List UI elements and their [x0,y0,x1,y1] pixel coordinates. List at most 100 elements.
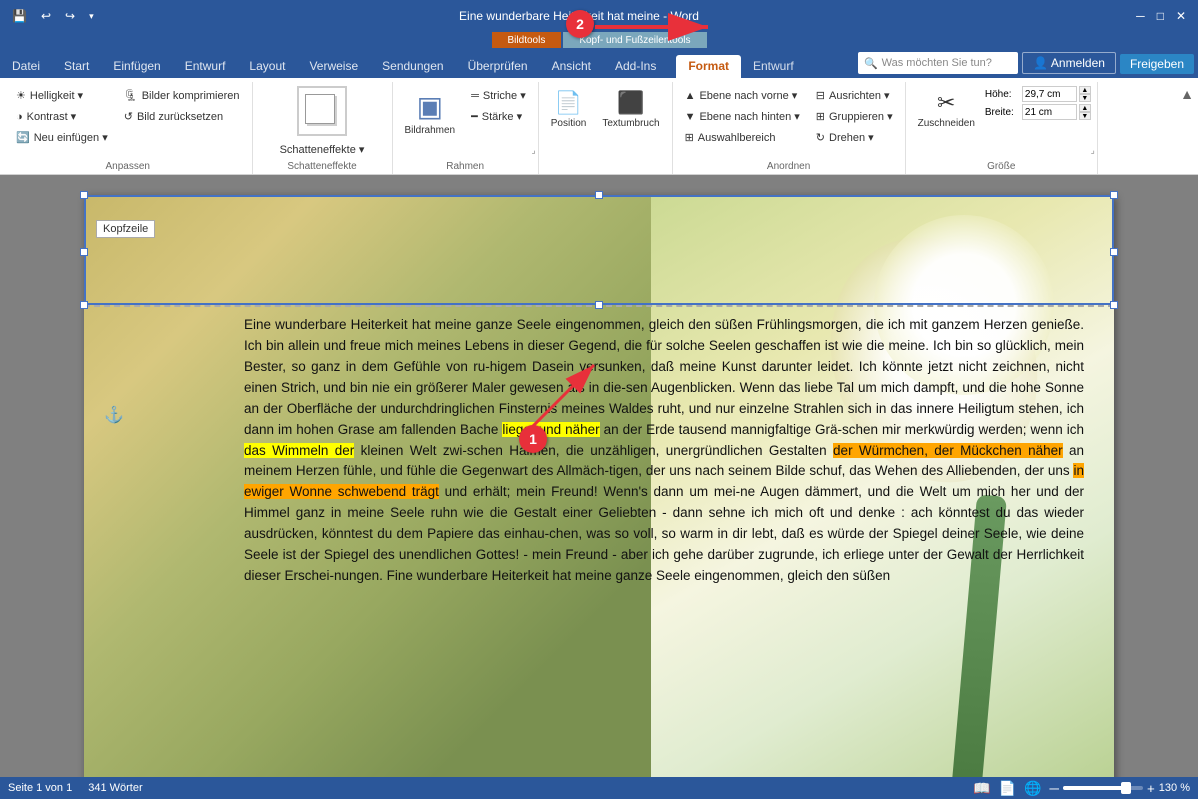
striche-button[interactable]: ═ Striche ▾ [465,86,532,105]
schatteneffekte-label: Schatteneffekte [259,159,386,174]
compress-icon: 🗜 [124,89,138,102]
annotation-1: 1 [519,425,547,453]
tab-layout[interactable]: Layout [237,55,297,78]
anpassen-label: Anpassen [10,159,246,174]
ribbon-group-schatteneffekte: Schatteneffekte ▾ Schatteneffekte [253,82,393,174]
undo-button[interactable]: ↩ [37,7,55,25]
handle-bottom-center[interactable] [595,301,603,309]
handle-top-center[interactable] [595,191,603,199]
hoehe-up[interactable]: ▲ [1079,86,1091,94]
handle-top-left[interactable] [80,191,88,199]
hoehe-row: Höhe: ▲ ▼ [985,86,1091,102]
tab-einfuegen[interactable]: Einfügen [101,55,172,78]
handle-bottom-left[interactable] [80,301,88,309]
tab-sendungen[interactable]: Sendungen [370,55,455,78]
tab-verweise[interactable]: Verweise [297,55,370,78]
signin-button[interactable]: 👤 Anmelden [1022,52,1116,74]
bildrahmen-button[interactable]: ▣ Bildrahmen [399,86,462,140]
breite-row: Breite: ▲ ▼ [985,104,1091,120]
main-tabs: Datei Start Einfügen Entwurf Layout Verw… [0,55,668,78]
auswahlbereich-button[interactable]: ⊞ Auswahlbereich [679,128,806,147]
breite-spin: ▲ ▼ [1079,104,1091,120]
handle-mid-left[interactable] [80,248,88,256]
shadow-label: Schatteneffekte ▾ [280,143,365,156]
tab-start[interactable]: Start [52,55,101,78]
position-button[interactable]: 📄 Position [545,86,593,133]
tab-entwurf-ctx[interactable]: Entwurf [741,55,806,78]
minimize-button[interactable]: ─ [1132,7,1149,25]
schatteneffekte-button[interactable]: Schatteneffekte ▾ [274,140,371,159]
grosse-expand-icon[interactable]: ⌟ [1091,145,1095,156]
tab-ansicht[interactable]: Ansicht [540,55,603,78]
redo-button[interactable]: ↪ [61,7,79,25]
kontrast-button[interactable]: ◑ Kontrast ▾ [10,107,114,126]
page-text[interactable]: Eine wunderbare Heiterkeit hat meine gan… [244,315,1084,587]
ebene-hinten-button[interactable]: ▼ Ebene nach hinten ▾ [679,107,806,126]
ribbon-collapse-button[interactable]: ▲ [1180,86,1194,102]
share-button[interactable]: Freigeben [1120,54,1194,74]
help-search-box[interactable]: 🔍 Was möchten Sie tun? [858,52,1018,74]
helligkeit-button[interactable]: ☀ Helligkeit ▾ [10,86,114,105]
tab-datei[interactable]: Datei [0,55,52,78]
gruppieren-button[interactable]: ⊞ Gruppieren ▾ [810,107,899,126]
status-bar: Seite 1 von 1 341 Wörter 📖 📄 🌐 ─ + 130 % [0,777,1198,799]
ausrichten-label: Ausrichten ▾ [829,89,890,102]
highlight-wimmeln: das Wimmeln der [244,443,354,458]
highlight-wonne: in ewiger Wonne schwebend trägt [244,463,1084,499]
ribbon-collapse-area: ▲ [1180,82,1194,174]
zuschneiden-button[interactable]: ✂ Zuschneiden [912,86,981,133]
textumbruch-label: Textumbruch [602,118,659,129]
kontrast-label: Kontrast ▾ [27,110,77,123]
quickaccess-dropdown[interactable]: ▾ [85,9,98,24]
tab-uberpruefen[interactable]: Überprüfen [456,55,540,78]
ebene-vorne-button[interactable]: ▲ Ebene nach vorne ▾ [679,86,806,105]
tab-addins[interactable]: Add-Ins [603,55,668,78]
kopfzeile-label: Kopfzeile [96,220,155,238]
breite-down[interactable]: ▼ [1079,112,1091,120]
textumbruch-button[interactable]: ⬛ Textumbruch [596,86,665,133]
read-mode-button[interactable]: 📖 [973,780,990,797]
tab-format[interactable]: Format [676,55,741,78]
print-layout-button[interactable]: 📄 [999,780,1016,797]
grosse-label: Größe [912,159,1091,174]
close-button[interactable]: ✕ [1172,7,1190,25]
hoehe-down[interactable]: ▼ [1079,94,1091,102]
auswahlbereich-label: Auswahlbereich [698,132,776,144]
document-area[interactable]: Kopfzeile ⚓ Eine wunderbare Heiterkeit h… [0,175,1198,777]
rahmen-expand-icon[interactable]: ⌟ [532,145,536,156]
ribbon-group-anordnen: ▲ Ebene nach vorne ▾ ▼ Ebene nach hinten… [673,82,906,174]
starke-label: Stärke ▾ [482,110,522,123]
lines-icon: ═ [471,90,479,102]
send-back-icon: ▼ [685,111,696,123]
ribbon-tab-row: Datei Start Einfügen Entwurf Layout Verw… [0,48,1198,78]
handle-bottom-right[interactable] [1110,301,1118,309]
starke-button[interactable]: ━ Stärke ▾ [465,107,532,126]
breite-input[interactable] [1022,104,1077,120]
hoehe-label: Höhe: [985,89,1020,100]
annotation-circle-2: 2 [566,10,594,38]
shadow-preview-area: Schatteneffekte ▾ [274,86,371,159]
ebene-hinten-label: Ebene nach hinten ▾ [699,110,799,123]
hoehe-input[interactable] [1022,86,1077,102]
drehen-button[interactable]: ↻ Drehen ▾ [810,128,899,147]
web-layout-button[interactable]: 🌐 [1024,780,1041,797]
restore-button[interactable]: □ [1153,7,1168,25]
zoom-in-button[interactable]: + [1147,781,1155,796]
zoom-thumb[interactable] [1121,782,1131,794]
save-button[interactable]: 💾 [8,7,31,25]
ausrichten-button[interactable]: ⊟ Ausrichten ▾ [810,86,899,105]
signin-label: Anmelden [1051,56,1105,70]
bilder-komprimieren-button[interactable]: 🗜 Bilder komprimieren [118,86,246,105]
anordnen-label: Anordnen [679,159,899,174]
status-right: 📖 📄 🌐 ─ + 130 % [973,780,1190,797]
handle-mid-right[interactable] [1110,248,1118,256]
breite-up[interactable]: ▲ [1079,104,1091,112]
tab-entwurf[interactable]: Entwurf [173,55,238,78]
handle-top-right[interactable] [1110,191,1118,199]
wrap-icon: ⬛ [617,90,644,116]
zoom-slider[interactable] [1063,786,1143,790]
highlight-liege: liege, und näher [502,422,599,437]
zoom-out-button[interactable]: ─ [1050,781,1059,796]
neu-einfuegen-button[interactable]: 🔄 Neu einfügen ▾ [10,128,114,147]
bild-zuruecksetzen-button[interactable]: ↺ Bild zurücksetzen [118,107,246,126]
